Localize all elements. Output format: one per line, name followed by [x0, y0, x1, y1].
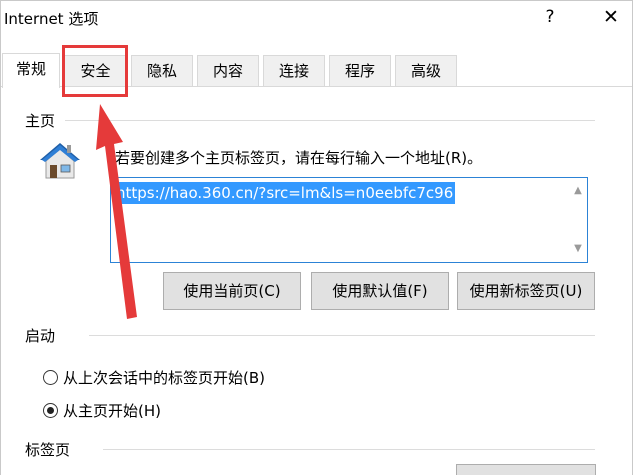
tab-general[interactable]: 常规 [2, 53, 60, 88]
annotation-arrow-icon [96, 104, 137, 319]
internet-options-dialog: Internet 选项 ? ✕ 常规 安全 隐私 内容 连接 程序 高级 主页 … [0, 0, 633, 475]
